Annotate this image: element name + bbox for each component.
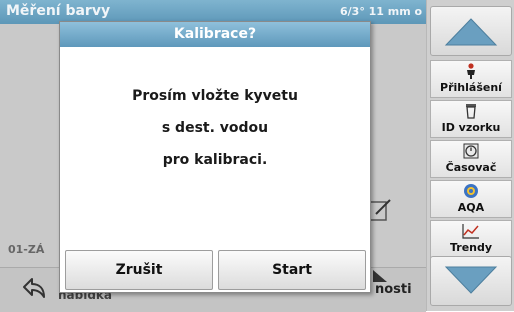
sidebar-item-login[interactable]: Přihlášení (430, 60, 512, 98)
sidebar-label-aqa: AQA (457, 201, 485, 214)
sidebar-label-sample-id: ID vzorku (441, 121, 501, 134)
sidebar-label-login: Přihlášení (440, 81, 502, 94)
scroll-up-button[interactable] (430, 6, 512, 56)
calibration-dialog: Kalibrace? Prosím vložte kyvetu s dest. … (59, 21, 371, 293)
cancel-button[interactable]: Zrušit (65, 250, 213, 290)
sidebar: Přihlášení ID vzorku Časovač AQA Trendy (426, 0, 514, 311)
person-icon (431, 63, 511, 79)
sample-id-icon (431, 103, 511, 119)
sidebar-label-timer: Časovač (445, 161, 497, 174)
sidebar-item-aqa[interactable]: AQA (430, 180, 512, 218)
header-info: 6/3° 11 mm o (340, 5, 423, 18)
dialog-title: Kalibrace? (60, 22, 370, 47)
sidebar-item-trends[interactable]: Trendy (430, 220, 512, 258)
options-icon (373, 270, 387, 282)
arrow-up-icon (444, 18, 498, 46)
sidebar-item-timer[interactable]: Časovač (430, 140, 512, 178)
dialog-message-line-3: pro kalibraci. (162, 152, 268, 168)
timer-icon (431, 143, 511, 159)
dialog-message-line-2: s dest. vodou (161, 120, 269, 136)
program-label: 01-ZÁ (8, 243, 45, 256)
screen: Měření barvy 6/3° 11 mm o 01-ZÁ nabídka … (0, 0, 514, 312)
aqa-icon (431, 183, 511, 199)
sidebar-label-trends: Trendy (449, 241, 493, 254)
arrow-down-icon (444, 266, 498, 294)
trend-icon (431, 223, 511, 239)
back-arrow-icon (23, 278, 45, 298)
start-button[interactable]: Start (218, 250, 366, 290)
sidebar-item-sample-id[interactable]: ID vzorku (430, 100, 512, 138)
app-title: Měření barvy (6, 3, 111, 19)
dialog-message-line-1: Prosím vložte kyvetu (132, 88, 298, 104)
options-label: nosti (375, 282, 412, 297)
scroll-down-button[interactable] (430, 256, 512, 306)
